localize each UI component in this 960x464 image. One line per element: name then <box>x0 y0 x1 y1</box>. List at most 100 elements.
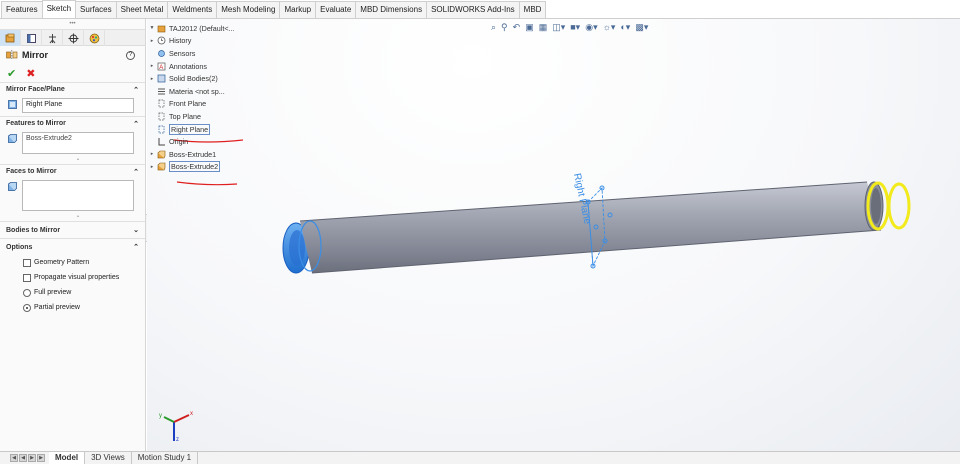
tree-item-front-plane[interactable]: Front Plane <box>147 98 267 111</box>
graphics-area[interactable]: Right Plane x y z ▼ TAJ2012 (Default<...… <box>147 19 960 451</box>
view-triad[interactable]: x y z <box>159 411 193 443</box>
mirror-plane-section: Right Plane <box>0 96 145 116</box>
expand-arrow-icon[interactable]: ▸ <box>147 76 157 82</box>
mirror-title: Mirror <box>22 50 49 60</box>
display-style-icon[interactable]: ■▾ <box>570 22 580 33</box>
tab-mbd[interactable]: MBD <box>518 1 547 18</box>
material-icon <box>158 88 165 95</box>
list-item[interactable]: Boss-Extrude2 <box>26 135 130 142</box>
expand-arrow-icon[interactable]: ▼ <box>147 25 157 31</box>
previous-view-icon[interactable]: ↶ <box>513 22 521 33</box>
mirror-plane-section-header[interactable]: Mirror Face/Plane ⌃ <box>0 82 145 96</box>
tree-item-material[interactable]: Materia <not sp... <box>147 85 267 98</box>
tab-features[interactable]: Features <box>1 1 43 18</box>
faces-to-mirror-section <box>0 178 145 214</box>
panel-collapse-grip[interactable]: ••• <box>0 19 145 29</box>
tree-item-annotations[interactable]: ▸ A Annotations <box>147 60 267 73</box>
partial-preview-radio[interactable] <box>23 303 31 312</box>
expand-arrow-icon[interactable]: ▸ <box>147 63 157 69</box>
apply-scene-icon[interactable]: ◐▾ <box>620 22 630 33</box>
tab-3d-views[interactable]: 3D Views <box>85 452 132 464</box>
display-manager-tab-icon[interactable] <box>84 30 105 46</box>
tree-item-sensors[interactable]: Sensors <box>147 47 267 60</box>
features-to-mirror-list[interactable]: Boss-Extrude2 <box>22 132 134 154</box>
tree-item-history[interactable]: ▸ History <box>147 35 267 48</box>
cancel-button[interactable]: ✖ <box>26 67 35 80</box>
section-view-icon[interactable]: ▣ <box>525 22 534 33</box>
collapse-chevron-icon[interactable]: ⌃ <box>133 86 139 94</box>
next-tab-icon[interactable]: ▶ <box>28 454 36 462</box>
expand-chevron-icon[interactable]: ⌄ <box>133 226 139 234</box>
full-preview-option[interactable]: Full preview <box>0 285 145 300</box>
model-view[interactable]: Right Plane x y z <box>147 19 960 451</box>
tab-markup[interactable]: Markup <box>279 1 317 18</box>
svg-text:x: x <box>190 411 193 417</box>
list-resize-grip[interactable]: • <box>22 214 134 221</box>
help-icon[interactable]: ? <box>126 50 135 60</box>
ok-button[interactable]: ✔ <box>7 67 16 80</box>
property-manager-tab-icon[interactable] <box>21 30 42 46</box>
tab-model[interactable]: Model <box>49 452 86 464</box>
tab-weldments[interactable]: Weldments <box>167 1 218 18</box>
collapse-chevron-icon[interactable]: ⌃ <box>133 243 139 251</box>
tree-item-top-plane[interactable]: Top Plane <box>147 110 267 123</box>
tab-evaluate[interactable]: Evaluate <box>315 1 357 18</box>
options-section-header[interactable]: Options ⌃ <box>0 238 145 255</box>
tab-motion-study-1[interactable]: Motion Study 1 <box>132 452 199 464</box>
view-settings-icon[interactable]: ▩▾ <box>635 22 648 33</box>
model-view-tabs: ◀ ◀ ▶ ▶ Model 3D Views Motion Study 1 <box>0 451 960 464</box>
faces-to-mirror-list[interactable] <box>22 180 134 211</box>
configuration-manager-tab-icon[interactable] <box>42 30 63 46</box>
tree-root-part[interactable]: ▼ TAJ2012 (Default<... <box>147 22 267 35</box>
view-orientation-icon[interactable]: ◫▾ <box>552 22 565 33</box>
propagate-visual-checkbox[interactable] <box>23 273 31 282</box>
collapse-chevron-icon[interactable]: ⌃ <box>133 168 139 176</box>
tab-sketch[interactable]: Sketch <box>41 0 77 18</box>
collapse-chevron-icon[interactable]: ⌃ <box>133 120 139 128</box>
tab-sheet-metal[interactable]: Sheet Metal <box>115 1 169 18</box>
feature-manager-tab-icon[interactable] <box>0 30 21 46</box>
solid-bodies-icon <box>157 74 166 83</box>
faces-to-mirror-section-header[interactable]: Faces to Mirror ⌃ <box>0 164 145 178</box>
partial-preview-option[interactable]: Partial preview <box>0 300 145 315</box>
plane-selection-icon <box>8 100 17 109</box>
geometry-pattern-label: Geometry Pattern <box>34 259 90 266</box>
full-preview-radio[interactable] <box>23 288 31 297</box>
tab-surfaces[interactable]: Surfaces <box>75 1 117 18</box>
zoom-to-fit-icon[interactable]: ⌕ <box>491 22 496 33</box>
prev-tab-icon[interactable]: ◀ <box>19 454 27 462</box>
features-to-mirror-section-header[interactable]: Features to Mirror ⌃ <box>0 116 145 130</box>
zoom-to-area-icon[interactable]: ⚲ <box>501 22 508 33</box>
hide-show-items-icon[interactable]: ◉▾ <box>585 22 597 33</box>
dimxpert-manager-tab-icon[interactable] <box>63 30 84 46</box>
markup-underline-2 <box>176 181 238 186</box>
first-tab-icon[interactable]: ◀ <box>10 454 18 462</box>
edit-appearance-icon[interactable]: ☼▾ <box>603 22 616 33</box>
svg-text:A: A <box>159 65 163 71</box>
svg-text:z: z <box>176 437 179 443</box>
tree-item-boss-extrude2[interactable]: ▸ Boss-Extrude2 <box>147 161 267 174</box>
list-resize-grip[interactable]: • <box>22 157 134 164</box>
tab-solidworks-addins[interactable]: SOLIDWORKS Add-Ins <box>426 1 520 18</box>
mirror-feature-icon <box>6 50 18 60</box>
expand-arrow-icon[interactable]: ▸ <box>147 164 157 170</box>
tab-mesh-modeling[interactable]: Mesh Modeling <box>216 1 281 18</box>
tube-body[interactable] <box>300 182 881 273</box>
geometry-pattern-checkbox[interactable] <box>23 258 31 267</box>
bodies-to-mirror-section-header[interactable]: Bodies to Mirror ⌄ <box>0 221 145 238</box>
dynamic-annotation-icon[interactable]: ▦ <box>539 22 548 33</box>
geometry-pattern-option[interactable]: Geometry Pattern <box>0 255 145 270</box>
tree-item-boss-extrude1[interactable]: ▸ Boss-Extrude1 <box>147 148 267 161</box>
tree-item-origin[interactable]: Origin <box>147 135 267 148</box>
last-tab-icon[interactable]: ▶ <box>37 454 45 462</box>
expand-arrow-icon[interactable]: ▸ <box>147 38 157 44</box>
extrude-icon <box>157 163 166 171</box>
tree-item-solid-bodies[interactable]: ▸ Solid Bodies(2) <box>147 72 267 85</box>
plane-icon <box>158 112 165 121</box>
tab-mbd-dimensions[interactable]: MBD Dimensions <box>355 1 428 18</box>
features-to-mirror-header: Features to Mirror <box>6 120 66 127</box>
expand-arrow-icon[interactable]: ▸ <box>147 151 157 157</box>
tree-item-right-plane[interactable]: Right Plane <box>147 123 267 136</box>
mirror-plane-field[interactable]: Right Plane <box>22 98 134 113</box>
propagate-visual-option[interactable]: Propagate visual properties <box>0 270 145 285</box>
